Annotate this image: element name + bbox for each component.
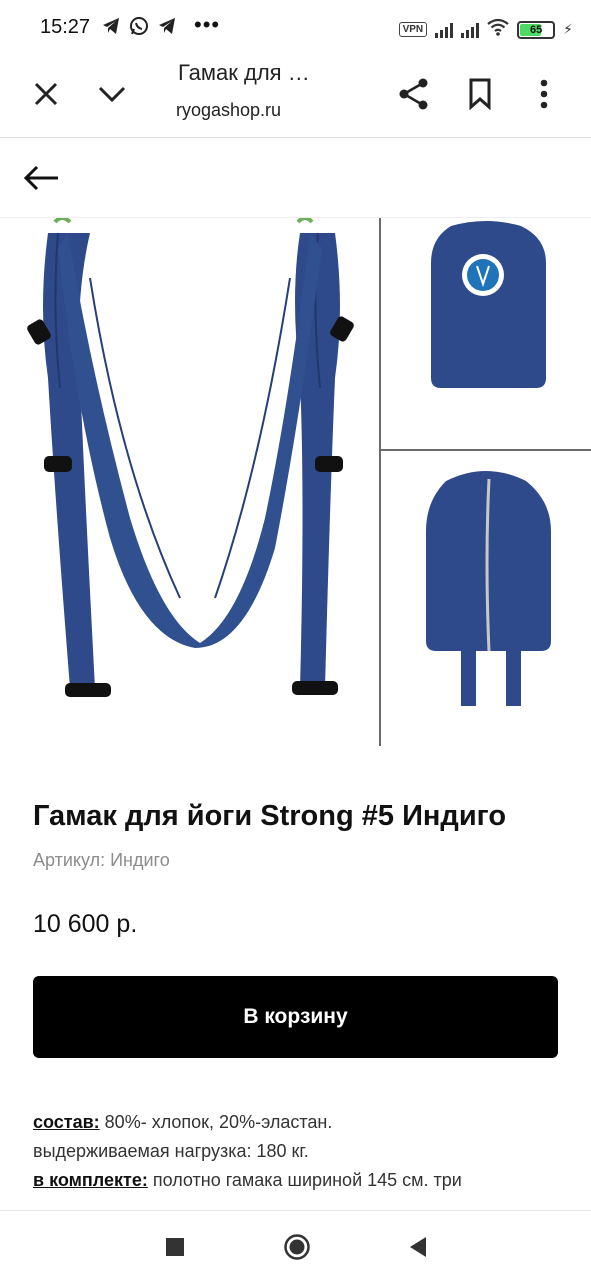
add-to-cart-button[interactable]: В корзину [33,976,558,1058]
description-text: полотно гамака шириной 145 см. три [147,1170,462,1190]
signal-icon [435,22,454,38]
signal-icon [461,22,480,38]
telegram-icon [100,16,122,38]
description-label: в комплекте: [33,1170,148,1190]
arrow-left-icon[interactable] [16,154,66,202]
description-line: в комплекте: полотно гамака шириной 145 … [33,1166,573,1195]
product-price: 10 600 р. [33,910,138,938]
share-icon[interactable] [390,70,438,118]
recents-square-icon[interactable] [155,1229,195,1265]
product-title: Гамак для йоги Strong #5 Индиго [33,800,507,832]
status-app-icons [100,16,178,38]
battery-level: 65 [530,23,543,36]
page-url: ryogashop.ru [176,100,282,120]
vpn-badge: VPN [398,22,428,37]
product-sku: Артикул: Индиго [33,850,170,870]
product-description: состав: 80%- хлопок, 20%-эластан. выдерж… [33,1108,573,1195]
more-vert-icon[interactable] [520,70,568,118]
site-header [0,138,591,218]
back-triangle-icon[interactable] [398,1229,438,1265]
product-thumbnail[interactable] [381,218,591,449]
description-line: состав: 80%- хлопок, 20%-эластан. [33,1108,573,1137]
status-time: 15:27 [40,16,91,38]
charging-icon: ⚡ [563,21,573,37]
close-icon[interactable] [22,70,70,118]
battery-icon: 65 [517,20,556,39]
status-bar: 15:27 ••• VPN 65 ⚡ [0,0,591,56]
description-text: 80%- хлопок, 20%-эластан. [99,1112,333,1132]
product-main-image[interactable] [0,218,380,748]
wifi-icon [487,18,509,41]
chevron-down-icon[interactable] [88,70,136,118]
description-label: состав: [33,1112,100,1132]
system-nav-bar [0,1210,591,1280]
page-title: Гамак для … [178,60,310,85]
whatsapp-icon [128,16,150,38]
description-line: выдерживаемая нагрузка: 180 кг. [33,1141,309,1161]
product-thumbnail[interactable] [381,451,591,746]
status-more-dots: ••• [194,12,221,37]
telegram-icon [156,16,178,38]
home-circle-icon[interactable] [277,1229,317,1265]
bookmark-icon[interactable] [456,70,504,118]
browser-tab-bar: Гамак для … ryogashop.ru [0,56,591,138]
product-gallery [0,218,591,748]
status-right: VPN 65 ⚡ [398,18,573,41]
